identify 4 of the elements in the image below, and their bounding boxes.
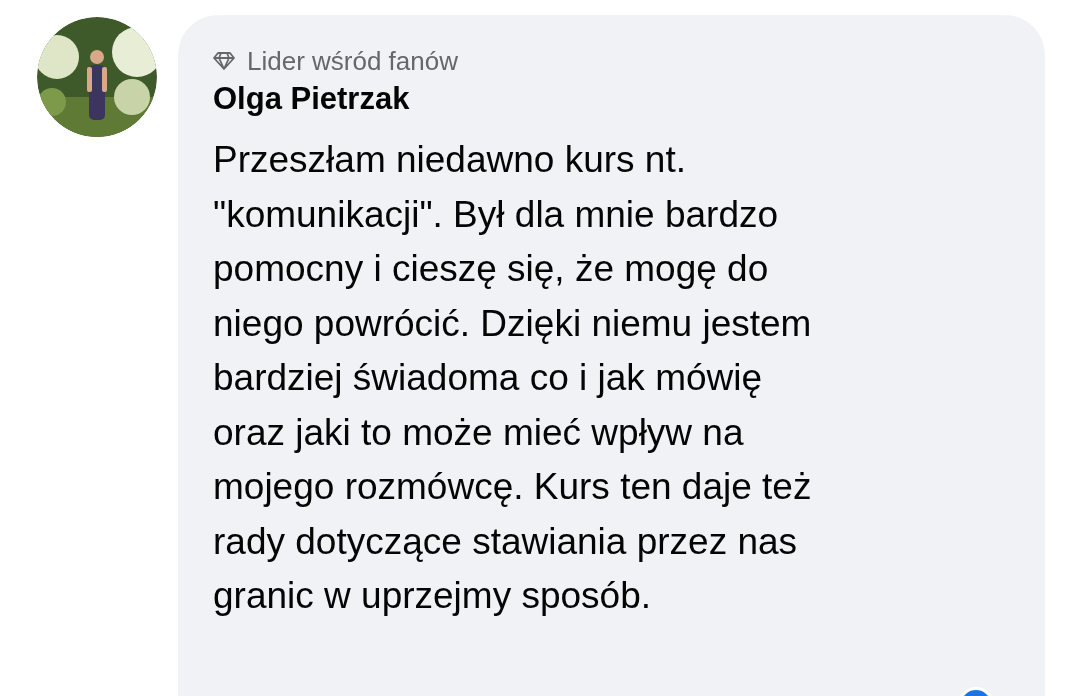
badge-label: Lider wśród fanów: [247, 45, 458, 77]
author-name[interactable]: Olga Pietrzak: [213, 79, 1045, 119]
comment-text: Przeszłam niedawno kurs nt. "komunikacji". Był dla mnie bardzo pomocny i cieszę się, że mogę do niego powrócić. Dzięki niemu jestem bardziej świadoma co i jak mówię oraz jaki to może mieć wpływ na mojego rozmówcę. Kurs ten daje też rady dotyczące stawiania przez nas granic w uprzejmy sposób.: [213, 138, 813, 618]
diamond-icon: [213, 52, 235, 70]
